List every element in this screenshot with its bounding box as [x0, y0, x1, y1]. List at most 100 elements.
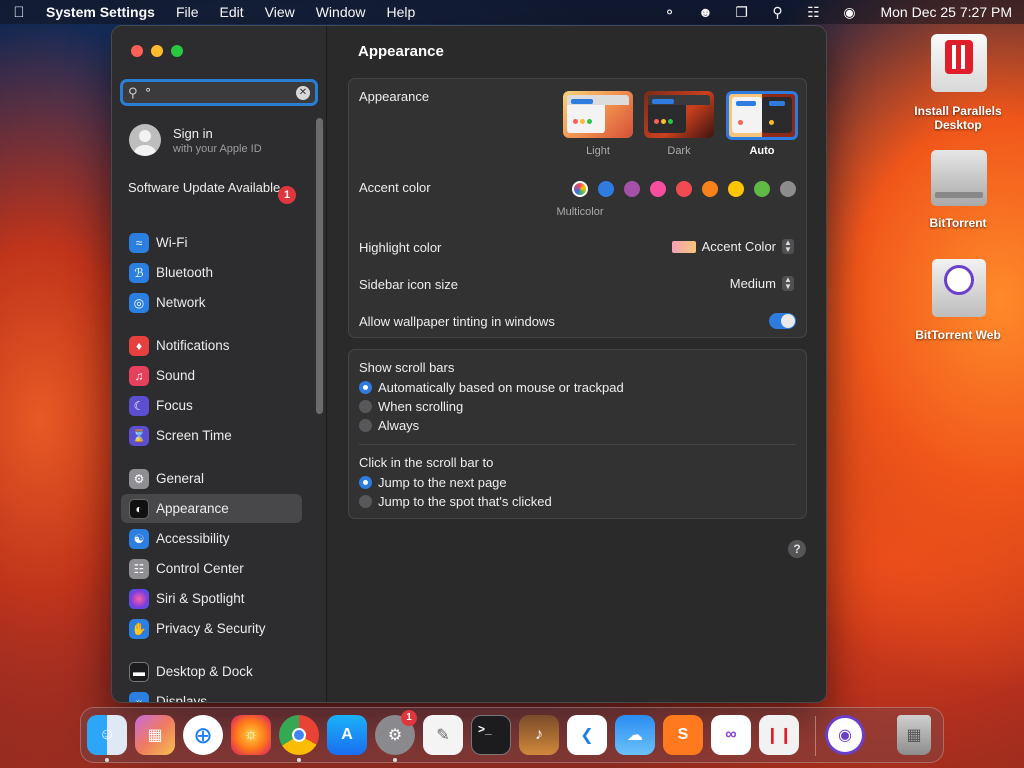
sidebar-item-sound[interactable]: ♫ Sound: [121, 361, 302, 390]
control-center-icon[interactable]: ☷: [804, 3, 822, 21]
visual-studio-icon[interactable]: ∞: [711, 715, 751, 755]
textedit-icon[interactable]: ✎: [423, 715, 463, 755]
accent-green-swatch[interactable]: [754, 181, 770, 197]
sidebar-item-bluetooth[interactable]: ℬ Bluetooth: [121, 258, 302, 287]
app-store-icon[interactable]: A: [327, 715, 367, 755]
search-field[interactable]: ⚲ ° ✕: [120, 79, 318, 106]
sidebar-item-focus[interactable]: ☾ Focus: [121, 391, 302, 420]
sidebar-item-network[interactable]: ◎ Network: [121, 288, 302, 317]
settings-window: ⚲ ° ✕ Sign in with your Apple ID Softwar…: [111, 25, 827, 703]
accent-red-swatch[interactable]: [676, 181, 692, 197]
firefox-icon[interactable]: ☼: [231, 715, 271, 755]
jump-spot-radio[interactable]: [359, 495, 372, 508]
sidebar-item-label: Privacy & Security: [156, 621, 266, 636]
running-indicator: [393, 758, 397, 762]
sidebar-item-accessibility[interactable]: ☯ Accessibility: [121, 524, 302, 553]
signin-subtitle: with your Apple ID: [173, 142, 262, 155]
apple-menu-icon[interactable]: : [12, 4, 26, 21]
sidebar-item-screen-time[interactable]: ⌛ Screen Time: [121, 421, 302, 450]
sidebar-item-displays[interactable]: ☼ Displays: [121, 687, 302, 703]
app-menu[interactable]: System Settings: [46, 4, 155, 20]
menu-window[interactable]: Window: [316, 4, 366, 20]
minimize-button[interactable]: [151, 45, 163, 57]
sidebar-item-notifications[interactable]: ♦ Notifications: [121, 331, 302, 360]
jump-next-page-radio[interactable]: [359, 476, 372, 489]
signin-title: Sign in: [173, 125, 213, 141]
sidebar-item-privacy-security[interactable]: ✋ Privacy & Security: [121, 614, 302, 643]
sidebar-item-wifi[interactable]: ≈ Wi-Fi: [121, 228, 302, 257]
dock-icon: ▬: [129, 661, 149, 682]
menu-file[interactable]: File: [176, 4, 199, 20]
terminal-icon[interactable]: >_: [471, 715, 511, 755]
clear-search-icon[interactable]: ✕: [296, 85, 310, 100]
accent-pink-swatch[interactable]: [650, 181, 666, 197]
bittorrent-web-dock-icon[interactable]: ◉: [825, 715, 865, 755]
light-label: Light: [586, 145, 610, 157]
vscode-icon[interactable]: ❮: [567, 715, 607, 755]
desktop-label-bittorrent-web[interactable]: BitTorrent Web: [913, 328, 1003, 342]
accent-graphite-swatch[interactable]: [780, 181, 796, 197]
chrome-icon[interactable]: [279, 715, 319, 755]
wallpaper-tinting-label: Allow wallpaper tinting in windows: [359, 314, 555, 329]
scroll-auto-radio[interactable]: [359, 381, 372, 394]
bittorrent-disk-icon[interactable]: [931, 150, 987, 206]
scroll-when-scrolling-radio[interactable]: [359, 400, 372, 413]
accent-orange-swatch[interactable]: [702, 181, 718, 197]
highlight-color-label: Highlight color: [359, 240, 442, 255]
trash-icon[interactable]: ▦: [897, 715, 931, 755]
highlight-value: Accent Color: [701, 239, 776, 254]
scroll-when-scrolling-label[interactable]: When scrolling: [378, 399, 463, 414]
appearance-light-option[interactable]: [563, 91, 633, 138]
wallpaper-tinting-toggle[interactable]: [769, 313, 796, 329]
launchpad-icon[interactable]: ▦: [135, 715, 175, 755]
parallels-installer-icon[interactable]: [931, 34, 987, 92]
menu-view[interactable]: View: [265, 4, 295, 20]
appearance-dark-option[interactable]: [644, 91, 714, 138]
jump-spot-label[interactable]: Jump to the spot that's clicked: [378, 494, 552, 509]
parallels-dock-icon[interactable]: ❙❙: [759, 715, 799, 755]
bluetooth-icon: ℬ: [129, 262, 149, 283]
sidebar-item-desktop-dock[interactable]: ▬ Desktop & Dock: [121, 657, 302, 686]
scroll-auto-label[interactable]: Automatically based on mouse or trackpad: [378, 380, 624, 395]
avatar: [129, 124, 161, 156]
menubar-clock[interactable]: Mon Dec 25 7:27 PM: [880, 4, 1012, 20]
menu-help[interactable]: Help: [387, 4, 416, 20]
accent-multicolor-swatch[interactable]: [572, 181, 588, 197]
sidebar-item-general[interactable]: ⚙ General: [121, 464, 302, 493]
scroll-always-radio[interactable]: [359, 419, 372, 432]
bittorrent-web-disk-icon[interactable]: [932, 259, 986, 317]
desktop-label-bittorrent[interactable]: BitTorrent: [913, 216, 1003, 230]
accessibility-status-icon[interactable]: ☻: [696, 3, 714, 21]
sidebar-icon-size-popup[interactable]: Medium ▲ ▼: [730, 276, 794, 291]
scroll-always-label[interactable]: Always: [378, 418, 419, 433]
sidebar-item-label: Notifications: [156, 338, 230, 353]
windows-status-icon[interactable]: ❐: [732, 3, 750, 21]
jump-next-page-label[interactable]: Jump to the next page: [378, 475, 507, 490]
close-button[interactable]: [131, 45, 143, 57]
zoom-button[interactable]: [171, 45, 183, 57]
safari-icon[interactable]: ⨁: [183, 715, 223, 755]
desktop-label-parallels[interactable]: Install Parallels Desktop: [913, 104, 1003, 132]
search-input[interactable]: °: [146, 85, 296, 100]
finder-icon[interactable]: ☺: [87, 715, 127, 755]
apple-id-signin[interactable]: Sign in with your Apple ID: [129, 124, 262, 156]
bittorrent-status-icon[interactable]: ⚬: [660, 3, 678, 21]
weather-icon[interactable]: ☁: [615, 715, 655, 755]
appearance-auto-option[interactable]: [726, 91, 798, 140]
sidebar-item-control-center[interactable]: ☷ Control Center: [121, 554, 302, 583]
highlight-color-popup[interactable]: Accent Color ▲ ▼: [671, 239, 794, 254]
accent-purple-swatch[interactable]: [624, 181, 640, 197]
help-button[interactable]: ?: [788, 540, 806, 558]
software-update-item[interactable]: Software Update Available: [128, 180, 298, 196]
sidebar-item-label: Displays: [156, 694, 208, 703]
sidebar-scrollbar[interactable]: [316, 118, 323, 414]
sublime-text-icon[interactable]: S: [663, 715, 703, 755]
accent-yellow-swatch[interactable]: [728, 181, 744, 197]
search-icon[interactable]: ⚲: [768, 3, 786, 21]
sidebar-item-siri-spotlight[interactable]: Siri & Spotlight: [121, 584, 302, 613]
sidebar-item-appearance[interactable]: ◐ Appearance: [121, 494, 302, 523]
menu-edit[interactable]: Edit: [220, 4, 244, 20]
accent-blue-swatch[interactable]: [598, 181, 614, 197]
siri-icon[interactable]: ◉: [840, 3, 858, 21]
garageband-icon[interactable]: ♪: [519, 715, 559, 755]
